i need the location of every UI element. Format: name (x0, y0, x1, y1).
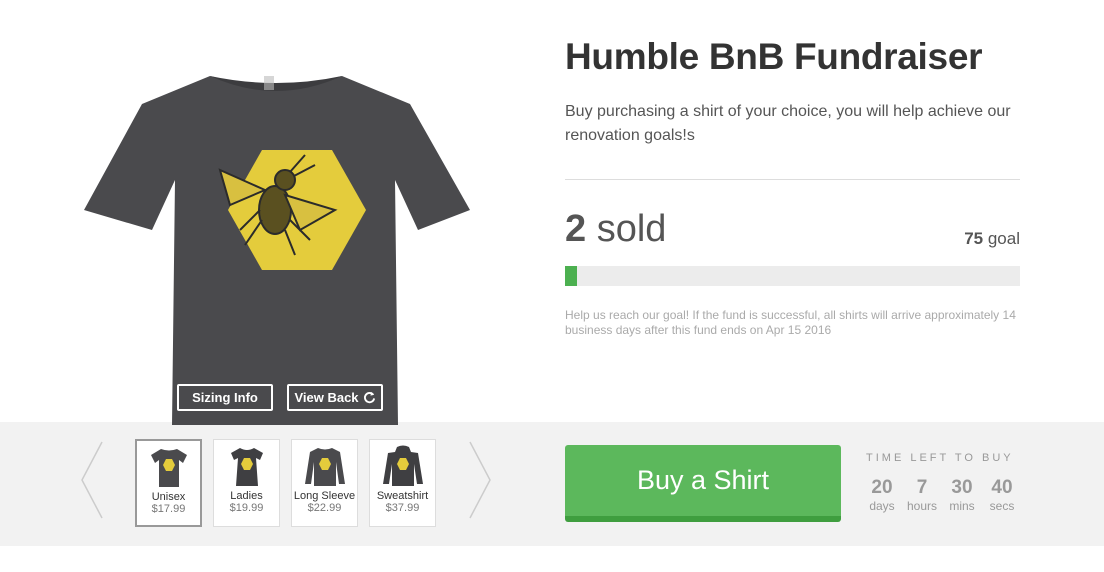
divider (565, 179, 1020, 180)
timer-secs: 40 secs (986, 477, 1018, 513)
product-thumb[interactable]: Sweatshirt $37.99 (369, 439, 436, 527)
timer-hours-label: hours (906, 499, 938, 513)
hoodie-thumb-icon (382, 445, 423, 486)
sizing-info-label: Sizing Info (192, 390, 258, 405)
sold-number: 2 (565, 208, 587, 250)
product-thumbnails: Unisex $17.99 Ladies $19.99 Long Sleeve … (135, 439, 436, 527)
countdown-timer: 20 days 7 hours 30 mins 40 secs (866, 477, 1018, 513)
product-name: Sweatshirt (376, 490, 429, 502)
goal-count: 75 goal (820, 229, 1020, 249)
help-text: Help us reach our goal! If the fund is s… (565, 308, 1016, 337)
product-thumb[interactable]: Long Sleeve $22.99 (291, 439, 358, 527)
view-back-label: View Back (294, 390, 359, 405)
product-price: $22.99 (307, 502, 342, 514)
sold-count: 2 sold (565, 208, 666, 251)
tshirt-image (84, 76, 470, 425)
progress-fill (565, 266, 578, 286)
sizing-info-button[interactable]: Sizing Info (177, 384, 273, 411)
view-back-button[interactable]: View Back (287, 384, 383, 411)
timer-days: 20 days (866, 477, 898, 513)
timer-days-value: 20 (871, 477, 893, 498)
carousel-next-icon[interactable] (468, 440, 492, 520)
timer-mins-label: mins (949, 499, 975, 513)
timer-days-label: days (869, 499, 895, 513)
carousel-prev-icon[interactable] (80, 440, 104, 520)
product-price: $19.99 (229, 502, 264, 514)
timer-secs-value: 40 (991, 477, 1013, 498)
timer-secs-label: secs (989, 499, 1015, 513)
tshirt-thumb-icon (150, 449, 187, 487)
product-name: Unisex (151, 491, 186, 503)
refresh-icon (363, 391, 375, 404)
timer-label: TIME LEFT TO BUY (866, 452, 1014, 464)
campaign-description: Buy purchasing a shirt of your choice, y… (565, 103, 1011, 144)
timer-hours: 7 hours (906, 477, 938, 513)
sold-label: sold (586, 208, 667, 250)
goal-label: goal (983, 229, 1020, 248)
ladies-tshirt-thumb-icon (230, 448, 263, 486)
product-name: Long Sleeve (293, 490, 356, 502)
product-price: $17.99 (151, 503, 186, 515)
timer-hours-value: 7 (916, 477, 928, 498)
progress-bar (565, 266, 1020, 286)
product-name: Ladies (230, 490, 263, 502)
product-price: $37.99 (385, 502, 420, 514)
timer-mins: 30 mins (946, 477, 978, 513)
buy-shirt-button[interactable]: Buy a Shirt (565, 445, 841, 522)
timer-mins-value: 30 (951, 477, 973, 498)
goal-number: 75 (964, 229, 984, 248)
product-thumb[interactable]: Ladies $19.99 (213, 439, 280, 527)
shirt-preview: Sizing Info View Back (80, 60, 472, 470)
campaign-title: Humble BnB Fundraiser (565, 36, 983, 77)
product-thumb[interactable]: Unisex $17.99 (135, 439, 202, 527)
long-sleeve-thumb-icon (304, 448, 345, 486)
